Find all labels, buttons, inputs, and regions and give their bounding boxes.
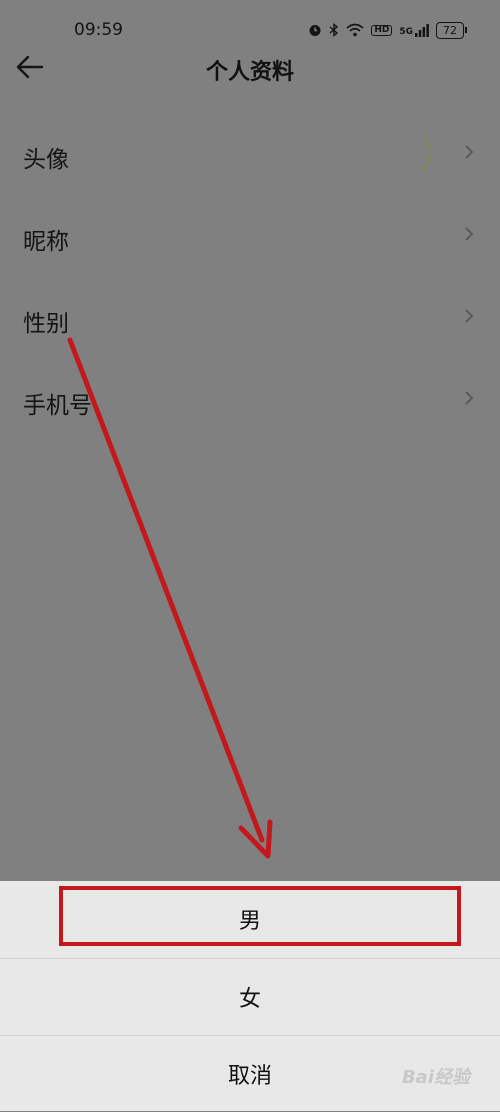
list-item-phone[interactable]: 手机号	[0, 358, 500, 440]
chevron-right-icon	[464, 144, 474, 160]
watermark: Bai经验	[401, 1067, 470, 1088]
hd-icon: HD	[371, 25, 393, 36]
highlight-box	[59, 886, 461, 946]
list-item-label: 昵称	[23, 229, 69, 255]
list-item-nickname[interactable]: 昵称	[0, 194, 500, 276]
chevron-right-icon	[464, 226, 474, 242]
chevron-right-icon	[464, 308, 474, 324]
wifi-icon	[346, 23, 364, 39]
list-item-gender[interactable]: 性别	[0, 276, 500, 358]
list-item-avatar[interactable]: 头像	[0, 112, 500, 194]
list-item-label: 头像	[23, 147, 69, 173]
list-item-label: 性别	[23, 311, 69, 337]
status-time: 09:59	[74, 20, 123, 40]
avatar	[422, 134, 436, 172]
app-header: 个人资料	[0, 40, 500, 96]
battery-indicator: 72	[436, 22, 467, 39]
list-item-label: 手机号	[23, 393, 92, 419]
bluetooth-icon	[329, 22, 339, 39]
signal-icon: 5G	[399, 24, 429, 37]
network-type-label: 5G	[399, 27, 413, 37]
status-icons: HD 5G 72	[308, 22, 467, 39]
alarm-icon	[308, 23, 322, 39]
chevron-right-icon	[464, 390, 474, 406]
profile-list: 头像 昵称 性别 手机号	[0, 112, 500, 440]
page-title: 个人资料	[205, 60, 294, 85]
option-female-button[interactable]: 女	[0, 958, 500, 1035]
